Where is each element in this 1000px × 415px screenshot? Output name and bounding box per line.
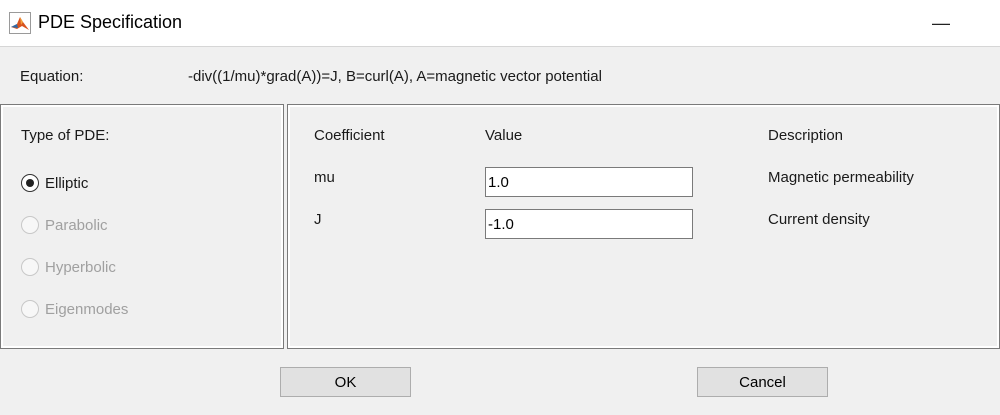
- radio-eigenmodes[interactable]: Eigenmodes: [21, 298, 128, 320]
- window-title: PDE Specification: [38, 12, 183, 32]
- radio-empty-icon: [21, 216, 39, 234]
- mu-description: Magnetic permeability: [768, 169, 914, 186]
- j-description: Current density: [768, 211, 870, 228]
- matlab-logo-icon: [9, 12, 31, 34]
- radio-label: Eigenmodes: [45, 300, 129, 318]
- radio-label: Parabolic: [45, 216, 108, 234]
- radio-elliptic[interactable]: Elliptic: [21, 172, 88, 194]
- radio-selected-icon: [21, 174, 39, 192]
- equation-label: Equation:: [20, 68, 84, 85]
- radio-parabolic[interactable]: Parabolic: [21, 214, 108, 236]
- coefficient-name-mu: mu: [314, 169, 335, 186]
- j-value-field[interactable]: [485, 209, 693, 239]
- pde-type-panel: Type of PDE: Elliptic Parabolic Hyperbol…: [0, 104, 284, 349]
- equation-row: Equation: -div((1/mu)*grad(A))=J, B=curl…: [0, 46, 1000, 104]
- radio-empty-icon: [21, 300, 39, 318]
- minimize-button[interactable]: —: [925, 6, 957, 40]
- value-header: Value: [485, 127, 523, 144]
- pde-type-label: Type of PDE:: [21, 127, 110, 144]
- title-bar: PDE Specification —: [0, 0, 1000, 47]
- ok-button[interactable]: OK: [280, 367, 411, 397]
- description-header: Description: [768, 127, 844, 144]
- radio-label: Hyperbolic: [45, 258, 116, 276]
- radio-label: Elliptic: [45, 174, 89, 192]
- radio-hyperbolic[interactable]: Hyperbolic: [21, 256, 116, 278]
- coefficient-name-j: J: [314, 211, 322, 228]
- cancel-button[interactable]: Cancel: [697, 367, 828, 397]
- coefficients-panel: Coefficient Value Description mu Magneti…: [287, 104, 1000, 349]
- equation-text: -div((1/mu)*grad(A))=J, B=curl(A), A=mag…: [188, 68, 602, 85]
- radio-empty-icon: [21, 258, 39, 276]
- mu-value-field[interactable]: [485, 167, 693, 197]
- coefficient-header: Coefficient: [314, 127, 385, 144]
